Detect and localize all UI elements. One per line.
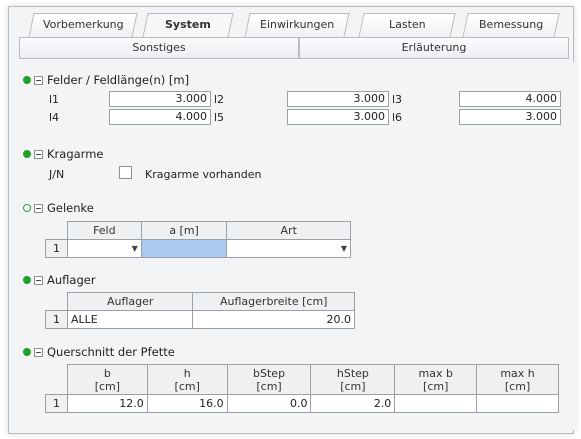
field-label-l2: l2 [214,93,225,106]
field-label-l1: l1 [49,93,60,106]
tab-label: Lasten [388,18,426,31]
section-querschnitt: Querschnitt der Pfette b [cm] h [cm] bStep… [23,344,579,413]
column-unit: [cm] [256,379,282,393]
table-row: 1 ▼ ▼ [45,239,351,258]
section-title: Gelenke [47,201,94,215]
column-header: max b [cm] [394,364,478,395]
row-number: 1 [45,394,68,413]
sub-tabs: Sonstiges Erläuterung [19,37,579,59]
b-cell[interactable]: 12.0 [66,394,148,413]
column-header: b [cm] [66,364,148,395]
tab-sonstiges[interactable]: Sonstiges [19,37,299,59]
tab-erlaeuterung[interactable]: Erläuterung [299,37,569,59]
querschnitt-table: b [cm] h [cm] bStep [cm] hStep [cm] max b [cm… [45,364,559,413]
auflager-table: Auflager Auflagerbreite [cm] 1 ALLE 20.0 [45,292,355,329]
corner-cell [45,221,68,240]
input-l5[interactable]: 3.000 [287,109,389,125]
column-header: Art [226,221,351,240]
auflagerbreite-cell[interactable]: 20.0 [192,310,355,329]
tab-bemessung[interactable]: Bemessung [462,13,560,37]
collapse-icon[interactable] [34,275,43,285]
row-number: 1 [45,239,68,258]
section-title: Querschnitt der Pfette [47,345,175,359]
column-header: Auflagerbreite [cm] [192,292,355,311]
bstep-cell[interactable]: 0.0 [226,394,312,413]
column-header: Auflager [66,292,194,311]
column-unit: [cm] [94,379,121,393]
column-name: max h [500,366,535,380]
feld-dropdown[interactable]: ▼ [66,239,142,258]
column-unit: [cm] [174,379,200,393]
auflager-cell[interactable]: ALLE [66,310,194,329]
column-unit: [cm] [504,379,531,393]
column-header: bStep [cm] [226,364,312,395]
tab-label: Vorbemerkung [42,18,124,31]
column-header: Feld [66,221,142,240]
input-l6[interactable]: 3.000 [459,109,561,125]
collapse-icon[interactable] [34,149,43,159]
hstep-cell[interactable]: 2.0 [310,394,396,413]
tab-label: System [165,18,211,31]
column-unit: [cm] [423,379,449,393]
collapse-icon[interactable] [34,347,43,357]
column-name: hStep [336,366,369,380]
tab-label: Bemessung [478,18,544,31]
collapse-icon[interactable] [34,75,43,85]
column-name: bStep [253,366,286,380]
chevron-down-icon[interactable]: ▼ [132,244,138,253]
table-row: 1 12.0 16.0 0.0 2.0 [45,394,559,413]
system-panel: Felder / Feldlänge(n) [m] l1 3.000 l2 3.… [23,62,579,430]
column-name: max b [418,366,453,380]
status-filled-icon [23,348,31,356]
collapse-icon[interactable] [34,203,43,213]
status-filled-icon [23,276,31,284]
tab-lasten[interactable]: Lasten [358,13,456,37]
status-filled-icon [23,76,31,84]
section-kragarme: Kragarme J/N Kragarme vorhanden [23,146,579,181]
gelenke-table: Feld a [m] Art 1 ▼ ▼ [45,221,351,258]
h-cell[interactable]: 16.0 [146,394,228,413]
field-label-l3: l3 [392,93,403,106]
corner-cell [45,292,68,311]
tab-vorbemerkung[interactable]: Vorbemerkung [28,13,138,37]
kragarme-checkbox[interactable] [119,166,132,179]
section-gelenke: Gelenke Feld a [m] Art 1 ▼ ▼ [23,200,579,258]
field-label-l4: l4 [49,111,60,124]
status-empty-icon [23,204,31,212]
status-filled-icon [23,150,31,158]
jn-label: J/N [49,168,65,181]
corner-cell [45,364,68,395]
column-name: b [103,366,111,380]
section-title: Felder / Feldlänge(n) [m] [47,73,190,87]
input-l4[interactable]: 4.000 [109,109,211,125]
section-title: Auflager [47,273,96,287]
input-l1[interactable]: 3.000 [109,91,211,107]
max-h-cell[interactable] [476,394,559,413]
input-l2[interactable]: 3.000 [287,91,389,107]
section-felder: Felder / Feldlänge(n) [m] l1 3.000 l2 3.… [23,72,579,125]
chevron-down-icon[interactable]: ▼ [341,244,347,253]
tab-label: Einwirkungen [259,18,335,31]
dialog-frame: Vorbemerkung System Einwirkungen Lasten … [8,6,579,434]
a-cell[interactable] [140,239,228,258]
row-number: 1 [45,310,68,329]
art-dropdown[interactable]: ▼ [226,239,351,258]
section-title: Kragarme [47,147,104,161]
max-b-cell[interactable] [394,394,478,413]
column-header: max h [cm] [476,364,559,395]
column-name: h [183,366,191,380]
tab-system[interactable]: System [142,13,234,37]
tab-einwirkungen[interactable]: Einwirkungen [244,13,350,37]
section-auflager: Auflager Auflager Auflagerbreite [cm] 1 … [23,272,579,329]
field-label-l6: l6 [392,111,403,124]
column-header: h [cm] [146,364,228,395]
column-header: a [m] [140,221,228,240]
field-label-l5: l5 [214,111,225,124]
table-row: 1 ALLE 20.0 [45,310,355,329]
input-l3[interactable]: 4.000 [459,91,561,107]
kragarme-checkbox-label: Kragarme vorhanden [145,168,262,181]
column-unit: [cm] [340,379,366,393]
column-header: hStep [cm] [310,364,396,395]
